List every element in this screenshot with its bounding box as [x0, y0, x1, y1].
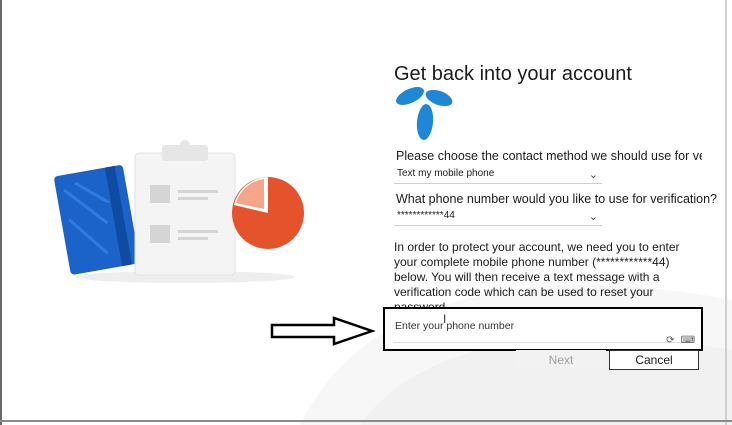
window-border-bottom — [0, 420, 732, 422]
phone-input-highlight: ⟳ ⌨ — [383, 307, 703, 351]
account-recovery-illustration — [54, 140, 304, 283]
phone-number-label: What phone number would you like to use … — [396, 192, 718, 206]
text-cursor-icon: I — [443, 312, 447, 326]
instructions-text: In order to protect your account, we nee… — [394, 240, 680, 314]
pie-chart-icon — [232, 177, 304, 249]
window-border-right — [725, 0, 727, 425]
input-icons: ⟳ ⌨ — [666, 335, 695, 346]
refresh-icon[interactable]: ⟳ — [666, 335, 674, 346]
window-border-left — [0, 0, 2, 425]
phone-number-value: ************44 — [397, 210, 455, 221]
contact-method-value: Text my mobile phone — [397, 168, 495, 179]
page-title: Get back into your account — [394, 63, 632, 85]
cancel-button[interactable]: Cancel — [609, 350, 699, 370]
chevron-down-icon: ⌄ — [588, 211, 598, 223]
next-button[interactable]: Next — [516, 350, 606, 370]
clipboard-icon — [134, 140, 236, 276]
input-underline — [393, 342, 691, 343]
phone-number-select[interactable]: ************44 ⌄ — [394, 206, 602, 226]
notebook-icon — [54, 165, 140, 275]
keyboard-icon[interactable]: ⌨ — [681, 335, 695, 346]
arrow-icon — [270, 316, 376, 346]
phone-number-input[interactable] — [393, 317, 687, 335]
telenor-logo — [396, 87, 453, 140]
contact-method-label: Please choose the contact method we shou… — [396, 149, 702, 163]
contact-method-select[interactable]: Text my mobile phone ⌄ — [394, 164, 602, 184]
chevron-down-icon: ⌄ — [588, 169, 598, 181]
